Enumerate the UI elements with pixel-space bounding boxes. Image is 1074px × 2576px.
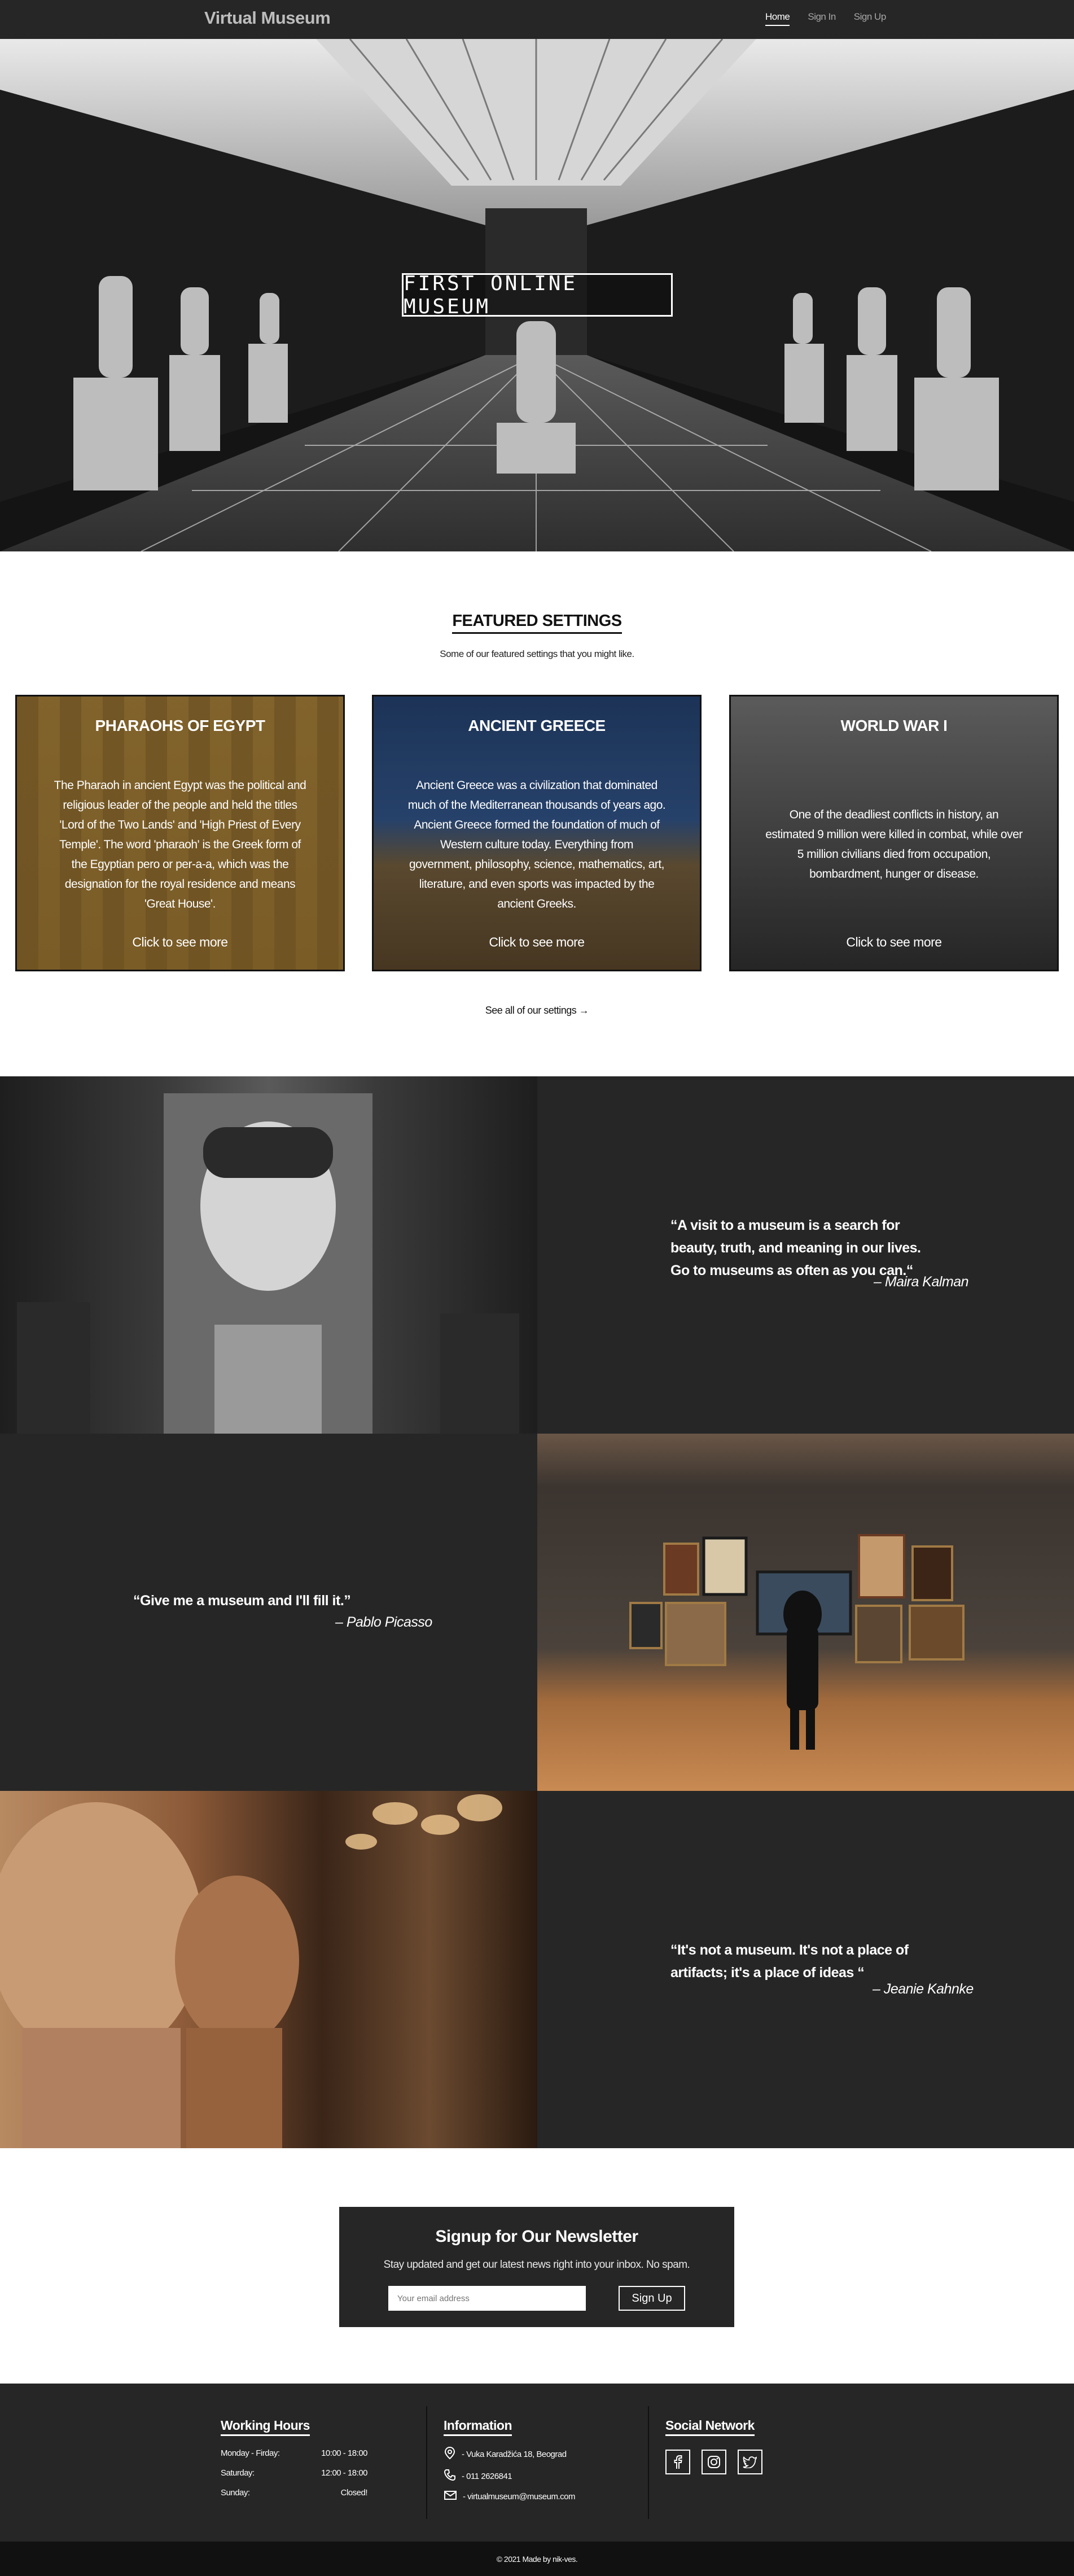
- card-title: ANCIENT GREECE: [468, 717, 606, 734]
- hours-time: 10:00 - 18:00: [321, 2448, 367, 2458]
- quote-text: “Give me a museum and I'll fill it.”: [133, 1593, 351, 1609]
- instagram-icon[interactable]: [702, 2450, 726, 2474]
- nav-link-home[interactable]: Home: [765, 11, 790, 26]
- card-pharaohs[interactable]: PHARAOHS OF EGYPT The Pharaoh in ancient…: [15, 695, 345, 971]
- quote-author: – Maira Kalman: [874, 1274, 969, 1290]
- brand-logo[interactable]: Virtual Museum: [204, 8, 331, 28]
- copyright-bar: © 2021 Made by nik-ves.: [0, 2542, 1074, 2576]
- gallery-illustration: [629, 1534, 965, 1750]
- featured-subtitle: Some of our featured settings that you m…: [440, 649, 634, 659]
- hours-row: Monday - Firday: 10:00 - 18:00: [221, 2448, 367, 2458]
- location-pin-icon: [444, 2446, 456, 2462]
- newsletter-email-input[interactable]: [388, 2286, 586, 2311]
- footer: Working Hours Monday - Firday: 10:00 - 1…: [0, 2384, 1074, 2542]
- card-more-link[interactable]: Click to see more: [374, 935, 700, 950]
- footer-information: Information - Vuka Karadžića 18, Beograd…: [444, 2418, 575, 2503]
- featured-title: FEATURED SETTINGS: [0, 612, 1074, 634]
- nav-link-sign-in[interactable]: Sign In: [808, 11, 836, 26]
- hours-time: 12:00 - 18:00: [321, 2468, 367, 2478]
- tile-quote-1: “A visit to a museum is a search for bea…: [537, 1076, 1074, 1434]
- hours-day: Monday - Firday:: [221, 2448, 280, 2458]
- card-text: The Pharaoh in ancient Egypt was the pol…: [54, 779, 306, 910]
- phone-icon: [444, 2469, 456, 2483]
- info-phone: - 011 2626841: [444, 2469, 575, 2483]
- information-title: Information: [444, 2418, 512, 2436]
- copyright-text: © 2021 Made by nik-ves.: [496, 2554, 578, 2564]
- busts-illustration: [0, 1794, 502, 2148]
- card-title: WORLD WAR I: [840, 717, 948, 734]
- quote-author: – Pablo Picasso: [335, 1614, 432, 1630]
- navbar: Virtual Museum Home Sign In Sign Up: [0, 0, 1074, 39]
- card-title: PHARAOHS OF EGYPT: [95, 717, 265, 734]
- facebook-icon[interactable]: [665, 2450, 690, 2474]
- tile-quote-3: “It's not a museum. It's not a place of …: [537, 1791, 1074, 2148]
- newsletter-subtitle: Stay updated and get our latest news rig…: [383, 2259, 690, 2271]
- tile-image-bust: [0, 1076, 537, 1434]
- working-hours-title: Working Hours: [221, 2418, 310, 2436]
- card-more-link[interactable]: Click to see more: [731, 935, 1057, 950]
- card-ancient-greece[interactable]: ANCIENT GREECE Ancient Greece was a civi…: [372, 695, 702, 971]
- hours-row: Sunday: Closed!: [221, 2488, 368, 2498]
- info-text: - Vuka Karadžića 18, Beograd: [462, 2449, 567, 2459]
- info-address: - Vuka Karadžića 18, Beograd: [444, 2446, 575, 2462]
- info-text: - 011 2626841: [462, 2471, 512, 2481]
- quote-author: – Jeanie Kahnke: [873, 1981, 974, 1997]
- hero-banner: FIRST ONLINE MUSEUM: [0, 39, 1074, 551]
- twitter-icon[interactable]: [738, 2450, 762, 2474]
- nav-link-sign-up[interactable]: Sign Up: [854, 11, 886, 26]
- footer-divider: [648, 2406, 649, 2519]
- featured-title-text: FEATURED SETTINGS: [452, 612, 622, 634]
- card-more-link[interactable]: Click to see more: [17, 935, 343, 950]
- newsletter-box: Signup for Our Newsletter Stay updated a…: [339, 2207, 734, 2327]
- hours-day: Sunday:: [221, 2488, 250, 2498]
- quote-text: “It's not a museum. It's not a place of …: [670, 1942, 909, 1981]
- card-world-war-one[interactable]: WORLD WAR I One of the deadliest conflic…: [729, 695, 1059, 971]
- newsletter-signup-button[interactable]: Sign Up: [619, 2286, 685, 2311]
- mail-icon: [444, 2490, 457, 2503]
- footer-working-hours: Working Hours Monday - Firday: 10:00 - 1…: [221, 2418, 368, 2498]
- quote-text: “A visit to a museum is a search for bea…: [670, 1217, 921, 1278]
- newsletter-title: Signup for Our Newsletter: [435, 2227, 638, 2246]
- social-network-title: Social Network: [665, 2418, 755, 2436]
- hours-time: Closed!: [340, 2488, 368, 2498]
- social-icons: [665, 2450, 762, 2474]
- nav-links: Home Sign In Sign Up: [765, 11, 886, 26]
- hours-row: Saturday: 12:00 - 18:00: [221, 2468, 367, 2478]
- footer-social: Social Network: [665, 2418, 762, 2474]
- tile-quote-2: “Give me a museum and I'll fill it.” – P…: [0, 1434, 537, 1791]
- hero-title: FIRST ONLINE MUSEUM: [402, 272, 673, 318]
- card-text: One of the deadliest conflicts in histor…: [765, 808, 1023, 880]
- see-all-settings-link[interactable]: See all of our settings →: [0, 1005, 1074, 1017]
- bust-illustration: [17, 1093, 519, 1434]
- info-text[interactable]: - virtualmuseum@museum.com: [463, 2492, 575, 2501]
- info-email: - virtualmuseum@museum.com: [444, 2490, 575, 2503]
- tile-image-gallery: [537, 1434, 1074, 1791]
- hours-day: Saturday:: [221, 2468, 255, 2478]
- card-text: Ancient Greece was a civilization that d…: [407, 779, 666, 910]
- footer-divider: [426, 2406, 427, 2519]
- tile-image-busts: [0, 1791, 537, 2148]
